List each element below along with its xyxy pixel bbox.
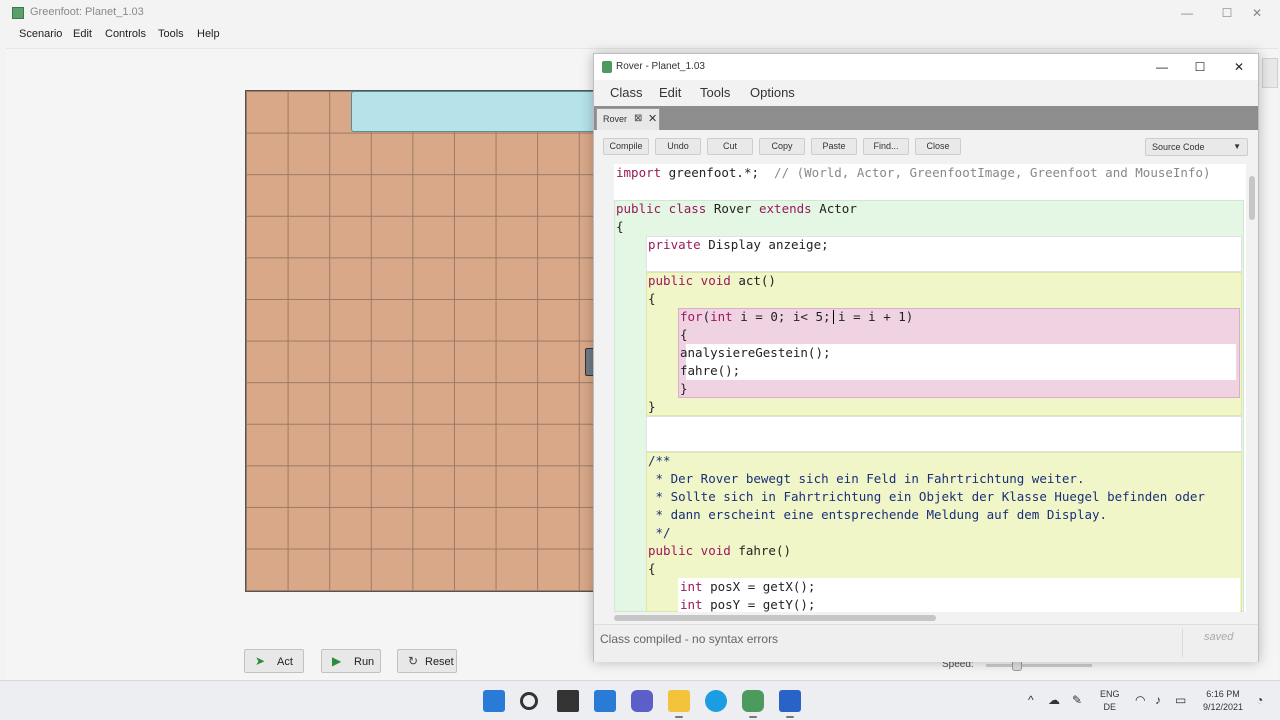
- cloud-icon[interactable]: ☁: [1048, 693, 1060, 707]
- search-icon[interactable]: [520, 692, 538, 710]
- pen-icon[interactable]: ✎: [1072, 693, 1082, 707]
- tab-rover[interactable]: Rover ⊠ ✕: [596, 108, 660, 130]
- code-line: /**: [648, 453, 671, 468]
- horizontal-scrollbar[interactable]: [594, 612, 1258, 624]
- horizontal-scroll-thumb[interactable]: [614, 615, 936, 621]
- main-title-bar: Greenfoot: Planet_1.03 — ☐ ✕: [0, 0, 1280, 26]
- code-line: fahre();: [680, 363, 741, 378]
- menu-controls[interactable]: Controls: [105, 28, 146, 40]
- reset-button[interactable]: ↻ Reset: [397, 649, 457, 673]
- editor-tab-bar: Rover ⊠ ✕: [594, 106, 1258, 130]
- world-canvas[interactable]: [245, 90, 605, 592]
- undo-button[interactable]: Undo: [655, 138, 701, 155]
- class-editor-window: Rover - Planet_1.03 — ☐ ✕ Class Edit Too…: [593, 53, 1259, 662]
- editor-menu-options[interactable]: Options: [750, 85, 795, 100]
- battery-icon[interactable]: ▭: [1175, 693, 1186, 707]
- maximize-button[interactable]: ☐: [1216, 4, 1238, 22]
- code-line: public void fahre(): [648, 543, 792, 558]
- act-button[interactable]: ➤ Act: [244, 649, 304, 673]
- compile-button[interactable]: Compile: [603, 138, 649, 155]
- code-line: {: [648, 291, 656, 306]
- water-tile: [351, 91, 604, 132]
- blank-scope: [646, 416, 1242, 452]
- code-line: private Display anzeige;: [648, 237, 829, 252]
- compile-status-message: Class compiled - no syntax errors: [600, 632, 779, 646]
- status-divider: [1182, 629, 1183, 657]
- reset-icon: ↻: [408, 654, 419, 668]
- volume-icon[interactable]: ♪: [1155, 693, 1161, 707]
- chat-icon[interactable]: [631, 690, 653, 712]
- main-window-title: Greenfoot: Planet_1.03: [30, 6, 144, 18]
- find-button[interactable]: Find...: [863, 138, 909, 155]
- editor-menu-class[interactable]: Class: [610, 85, 643, 100]
- saved-indicator: saved: [1204, 631, 1234, 643]
- code-line: {: [616, 219, 624, 234]
- widgets-icon[interactable]: [594, 690, 616, 712]
- vertical-scroll-thumb[interactable]: [1249, 176, 1255, 220]
- close-editor-button[interactable]: Close: [915, 138, 961, 155]
- greenfoot-taskbar-icon[interactable]: [742, 690, 764, 718]
- editor-taskbar-icon[interactable]: [779, 690, 801, 718]
- editor-title-bar: Rover - Planet_1.03 — ☐ ✕: [594, 54, 1258, 80]
- code-line: public void act(): [648, 273, 776, 288]
- code-line: public class Rover extends Actor: [616, 201, 857, 216]
- code-line: }: [680, 381, 688, 396]
- code-line: import greenfoot.*; // (World, Actor, Gr…: [616, 165, 1211, 180]
- play-icon: ▶: [332, 654, 342, 668]
- minimize-button[interactable]: —: [1176, 4, 1198, 22]
- chevron-down-icon: ▼: [1233, 142, 1241, 151]
- editor-toolbar: Compile Undo Cut Copy Paste Find... Clos…: [594, 130, 1258, 164]
- file-explorer-icon[interactable]: [668, 690, 690, 718]
- vertical-scrollbar[interactable]: [1246, 164, 1258, 612]
- code-line: * Sollte sich in Fahrtrichtung ein Objek…: [648, 489, 1205, 504]
- editor-status-bar: Class compiled - no syntax errors saved: [594, 624, 1258, 662]
- menu-help[interactable]: Help: [197, 28, 220, 40]
- editor-menu-tools[interactable]: Tools: [700, 85, 730, 100]
- code-line: }: [648, 399, 656, 414]
- clock[interactable]: 6:16 PM 9/12/2021: [1198, 688, 1248, 714]
- editor-maximize-button[interactable]: ☐: [1190, 58, 1210, 76]
- copy-button[interactable]: Copy: [759, 138, 805, 155]
- greenfoot-leaf-icon: [602, 61, 612, 73]
- right-panel-edge: [1262, 58, 1278, 88]
- step-icon: ➤: [255, 654, 266, 668]
- editor-menu-edit[interactable]: Edit: [659, 85, 681, 100]
- menu-edit[interactable]: Edit: [73, 28, 92, 40]
- text-cursor: [833, 310, 834, 324]
- editor-menubar: Class Edit Tools Options: [594, 80, 1258, 106]
- detach-tab-icon[interactable]: ⊠: [634, 113, 642, 124]
- code-line: analysiereGestein();: [680, 345, 831, 360]
- code-line: int posY = getY();: [680, 597, 816, 612]
- chevron-up-icon[interactable]: ^: [1028, 693, 1034, 707]
- code-line: */: [648, 525, 671, 540]
- speed-slider-track[interactable]: [986, 664, 1092, 667]
- code-line: * Der Rover bewegt sich ein Feld in Fahr…: [648, 471, 1085, 486]
- paste-button[interactable]: Paste: [811, 138, 857, 155]
- code-line: {: [680, 327, 688, 342]
- code-line: * dann erscheint eine entsprechende Meld…: [648, 507, 1108, 522]
- cut-button[interactable]: Cut: [707, 138, 753, 155]
- run-button[interactable]: ▶ Run: [321, 649, 381, 673]
- start-icon[interactable]: [483, 690, 505, 712]
- greenfoot-app-icon: [12, 7, 24, 19]
- editor-window-title: Rover - Planet_1.03: [616, 61, 705, 72]
- language-indicator[interactable]: ENG DE: [1100, 688, 1120, 714]
- code-line: {: [648, 561, 656, 576]
- code-line: int posX = getX();: [680, 579, 816, 594]
- task-view-icon[interactable]: [557, 690, 579, 712]
- windows-taskbar: ^ ☁ ✎ ENG DE ◠ ♪ ▭ 6:16 PM 9/12/2021 ◔: [0, 680, 1280, 720]
- close-button[interactable]: ✕: [1246, 4, 1268, 22]
- editor-minimize-button[interactable]: —: [1152, 58, 1172, 76]
- menu-scenario[interactable]: Scenario: [19, 28, 62, 40]
- code-line: for(int i = 0; i< 5; i = i + 1): [680, 309, 914, 324]
- editor-gutter: [594, 164, 614, 612]
- wifi-icon[interactable]: ◠: [1135, 693, 1145, 707]
- edge-browser-icon[interactable]: [705, 690, 727, 712]
- menu-tools[interactable]: Tools: [158, 28, 184, 40]
- code-editor[interactable]: import greenfoot.*; // (World, Actor, Gr…: [614, 164, 1246, 612]
- close-tab-icon[interactable]: ✕: [648, 112, 657, 125]
- editor-close-button[interactable]: ✕: [1229, 58, 1249, 76]
- notification-icon[interactable]: ◔: [1256, 693, 1263, 707]
- view-selector-dropdown[interactable]: Source Code ▼: [1145, 138, 1248, 156]
